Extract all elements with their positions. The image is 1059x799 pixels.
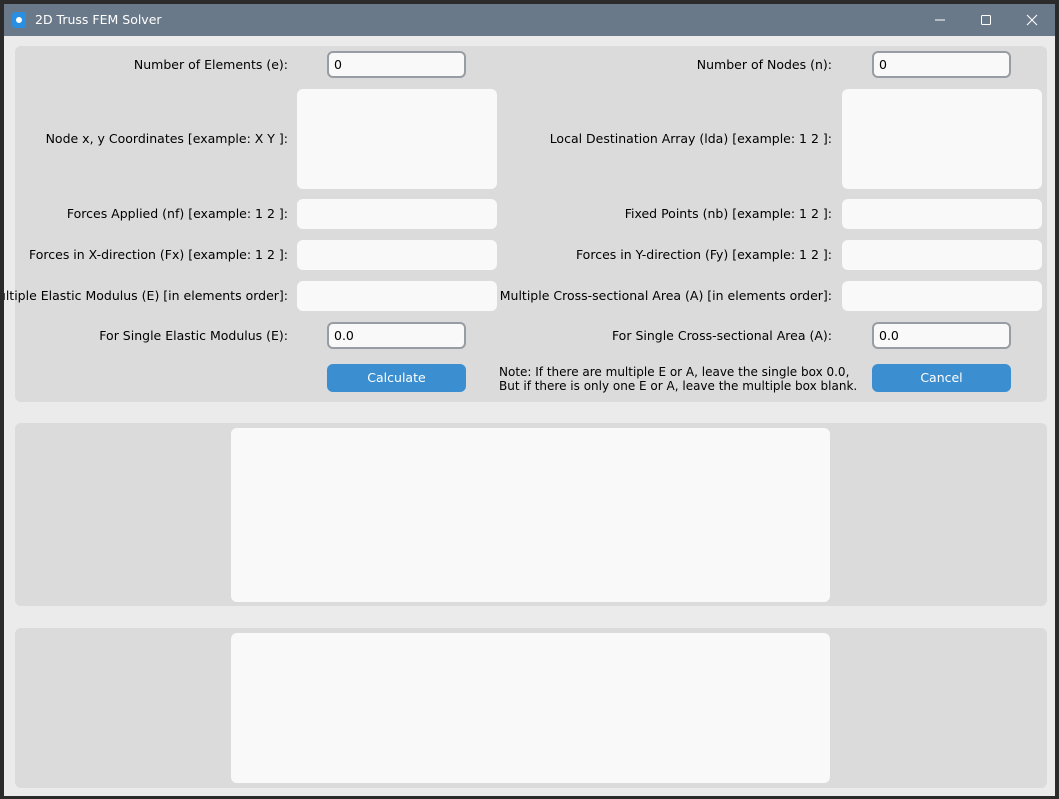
maximize-button[interactable] [963,4,1009,36]
app-window: 2D Truss FEM Solver Number of Elements (… [4,4,1055,796]
num-nodes-input[interactable] [872,51,1011,78]
num-elements-input[interactable] [327,51,466,78]
minimize-icon [935,19,945,21]
forces-x-label: Forces in X-direction (Fx) [example: 1 2… [29,247,288,262]
fixed-points-label: Fixed Points (nb) [example: 1 2 ]: [624,206,832,221]
cancel-button[interactable]: Cancel [872,364,1011,392]
close-button[interactable] [1009,4,1055,36]
forces-y-label: Forces in Y-direction (Fy) [example: 1 2… [575,247,832,262]
forces-applied-textbox[interactable] [297,199,497,229]
multi-elastic-textbox[interactable] [297,281,497,311]
num-nodes-label: Number of Nodes (n): [696,57,832,72]
note-line-1: Note: If there are multiple E or A, leav… [499,365,850,379]
multi-area-label: Multiple Cross-sectional Area (A) [in el… [499,288,832,303]
forces-x-textbox[interactable] [297,240,497,270]
window-title: 2D Truss FEM Solver [35,12,162,27]
calculate-button[interactable]: Calculate [327,364,466,392]
fixed-points-textbox[interactable] [842,199,1042,229]
maximize-icon [981,15,991,25]
title-bar[interactable]: 2D Truss FEM Solver [4,4,1055,36]
node-coordinates-textbox[interactable] [297,89,497,189]
close-icon [1026,14,1038,26]
num-elements-label: Number of Elements (e): [133,57,288,72]
node-coordinates-label: Node x, y Coordinates [example: X Y ]: [45,131,288,146]
single-elastic-input[interactable] [327,322,466,349]
single-area-input[interactable] [872,322,1011,349]
note-text: Note: If there are multiple E or A, leav… [499,365,858,393]
minimize-button[interactable] [917,4,963,36]
multi-elastic-label: Multiple Elastic Modulus (E) [in element… [4,288,288,303]
lda-label: Local Destination Array (lda) [example: … [549,131,832,146]
note-line-2: But if there is only one E or A, leave t… [499,379,858,393]
forces-y-textbox[interactable] [842,240,1042,270]
lda-textbox[interactable] [842,89,1042,189]
multi-area-textbox[interactable] [842,281,1042,311]
results-textbox[interactable] [231,428,830,602]
plot-area[interactable] [231,633,830,783]
single-area-label: For Single Cross-sectional Area (A): [611,328,832,343]
single-elastic-label: For Single Elastic Modulus (E): [99,328,288,343]
forces-applied-label: Forces Applied (nf) [example: 1 2 ]: [66,206,288,221]
app-icon [12,12,26,28]
